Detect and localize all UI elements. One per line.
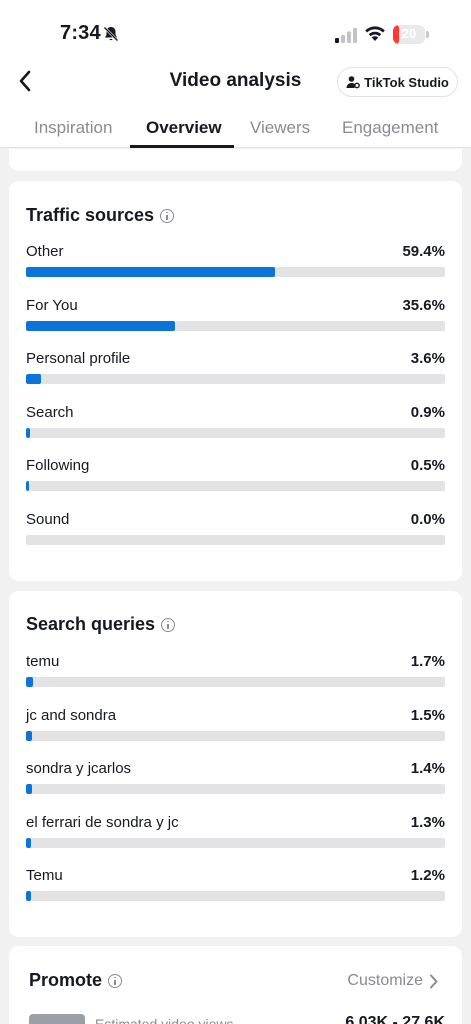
search-row: el ferrari de sondra y jc 1.3%: [26, 814, 445, 854]
customize-label: Customize: [347, 972, 423, 989]
search-row: Temu 1.2%: [26, 867, 445, 907]
promote-heading: Promote: [29, 970, 103, 990]
previous-card-edge: [9, 149, 462, 171]
search-row: sondra y jcarlos 1.4%: [26, 760, 445, 800]
battery-level: 20: [401, 26, 417, 41]
traffic-row-value: 35.6%: [402, 296, 445, 314]
info-icon[interactable]: [108, 973, 123, 988]
search-row-value: 1.4%: [410, 760, 445, 778]
search-queries-heading: Search queries: [26, 614, 156, 634]
progress-fill: [26, 730, 33, 741]
progress-track: [26, 784, 445, 795]
tab-viewers[interactable]: Viewers: [250, 118, 310, 138]
progress-track: [26, 267, 445, 277]
status-time: 7:34: [60, 22, 101, 44]
traffic-row-value: 59.4%: [402, 243, 445, 260]
promote-title: Promote: [29, 970, 123, 991]
search-row: jc and sondra 1.5%: [26, 707, 445, 747]
progress-track: [26, 535, 445, 545]
traffic-row-label: Search: [26, 403, 74, 421]
tab-overview[interactable]: Overview: [146, 118, 222, 138]
traffic-row-value: 3.6%: [410, 350, 445, 368]
tab-bar: Inspiration Overview Viewers Engagement: [0, 110, 471, 148]
header: Video analysis TikTok Studio: [0, 56, 471, 110]
traffic-row: Personal profile 3.6%: [26, 350, 445, 390]
progress-fill: [26, 267, 275, 277]
tiktok-studio-label: TikTok Studio: [364, 74, 449, 90]
chevron-right-icon: [430, 974, 438, 988]
traffic-row-label: Personal profile: [26, 350, 131, 368]
progress-track: [26, 427, 445, 438]
traffic-row: For You 35.6%: [26, 297, 445, 337]
traffic-row: Search 0.9%: [26, 404, 445, 444]
traffic-row-label: For You: [26, 296, 78, 314]
traffic-row-value: 0.0%: [410, 511, 445, 528]
traffic-row: Following 0.5%: [26, 457, 445, 497]
search-row-label: temu: [26, 653, 60, 670]
signal-icon: [335, 28, 357, 43]
search-row-value: 1.3%: [410, 813, 445, 831]
search-row-value: 1.5%: [410, 706, 445, 724]
progress-fill: [26, 427, 30, 438]
progress-track: [26, 891, 445, 902]
user-gear-icon: [346, 76, 361, 89]
search-row: temu 1.7%: [26, 653, 445, 693]
tab-inspiration[interactable]: Inspiration: [34, 118, 112, 138]
traffic-row: Sound 0.0%: [26, 511, 445, 551]
video-thumbnail: [29, 1014, 85, 1024]
search-queries-title: Search queries: [26, 614, 176, 635]
bell-off-icon: [103, 26, 119, 42]
traffic-row-value: 0.9%: [410, 403, 445, 421]
progress-track: [26, 320, 445, 331]
tab-engagement[interactable]: Engagement: [342, 118, 438, 138]
battery-icon: 20: [393, 25, 429, 44]
progress-track: [26, 481, 445, 492]
traffic-row-label: Other: [26, 243, 64, 260]
estimated-views-value: 6.03K - 27.6K: [345, 1014, 445, 1024]
progress-track: [26, 837, 445, 848]
active-tab-indicator: [130, 145, 234, 148]
search-queries-card: Search queries temu 1.7% jc and sondra 1.5%…: [9, 591, 462, 937]
progress-fill: [26, 677, 34, 687]
promote-card: Promote Customize Estimated video views …: [9, 946, 462, 1024]
traffic-row-label: Sound: [26, 511, 70, 528]
traffic-sources-card: Traffic sources Other 59.4% For You 35.6% Pe…: [9, 181, 462, 581]
tiktok-studio-button[interactable]: TikTok Studio: [337, 67, 458, 97]
search-row-label: sondra y jcarlos: [26, 760, 132, 778]
info-icon[interactable]: [161, 617, 176, 632]
progress-fill: [26, 374, 42, 385]
estimated-views-label: Estimated video views: [95, 1016, 234, 1024]
progress-fill: [26, 481, 29, 492]
search-row-label: el ferrari de sondra y jc: [26, 813, 179, 831]
progress-fill: [26, 891, 32, 902]
search-row-value: 1.7%: [410, 653, 445, 670]
progress-track: [26, 730, 445, 741]
search-row-label: Temu: [26, 867, 63, 885]
wifi-icon: [365, 26, 385, 41]
traffic-row: Other 59.4%: [26, 243, 445, 283]
traffic-sources-heading: Traffic sources: [26, 205, 155, 225]
customize-button[interactable]: Customize: [347, 972, 438, 990]
traffic-row-value: 0.5%: [410, 457, 445, 475]
progress-track: [26, 677, 445, 687]
search-row-label: jc and sondra: [26, 706, 117, 724]
progress-fill: [26, 320, 176, 331]
traffic-sources-title: Traffic sources: [26, 205, 175, 226]
info-icon[interactable]: [160, 208, 175, 223]
progress-track: [26, 374, 445, 385]
search-row-value: 1.2%: [410, 867, 445, 885]
traffic-row-label: Following: [26, 457, 90, 475]
progress-fill: [26, 837, 32, 848]
progress-fill: [26, 784, 32, 795]
